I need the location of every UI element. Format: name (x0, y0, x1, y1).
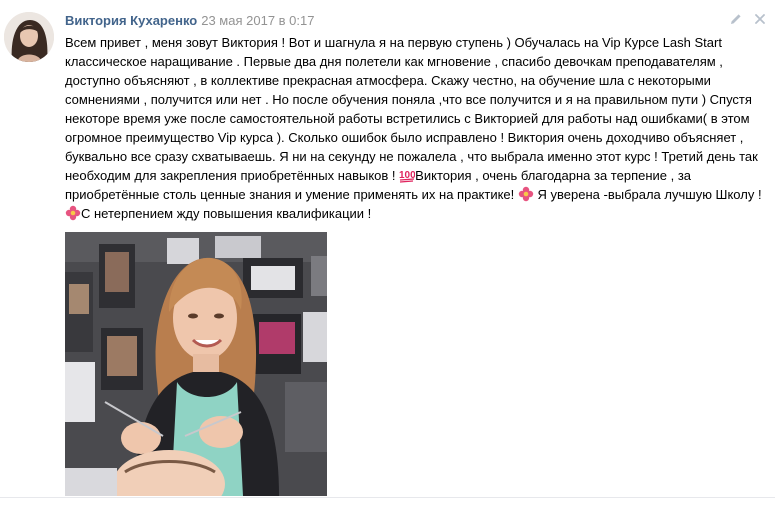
post-date[interactable]: 23 мая 2017 в 0:17 (201, 13, 314, 28)
edit-icon[interactable] (729, 12, 743, 26)
flower-icon (65, 205, 81, 221)
post: Виктория Кухаренко 23 мая 2017 в 0:17 Все… (0, 0, 775, 506)
post-text-part: Всем привет , меня зовут Виктория ! Вот … (65, 35, 758, 183)
avatar[interactable] (4, 12, 54, 62)
flower-icon (518, 186, 534, 202)
author-name[interactable]: Виктория Кухаренко (65, 13, 197, 28)
post-text: Всем привет , меня зовут Виктория ! Вот … (65, 33, 765, 223)
divider (0, 497, 775, 498)
post-photo[interactable] (65, 232, 327, 496)
post-actions (729, 12, 767, 26)
hundred-points-icon: 100 (399, 170, 415, 183)
post-text-part: Я уверена -выбрала лучшую Школу ! (533, 187, 762, 202)
post-text-part: С нетерпением жду повышения квалификации… (81, 206, 372, 221)
post-header: Виктория Кухаренко 23 мая 2017 в 0:17 (65, 13, 314, 29)
close-icon[interactable] (753, 12, 767, 26)
